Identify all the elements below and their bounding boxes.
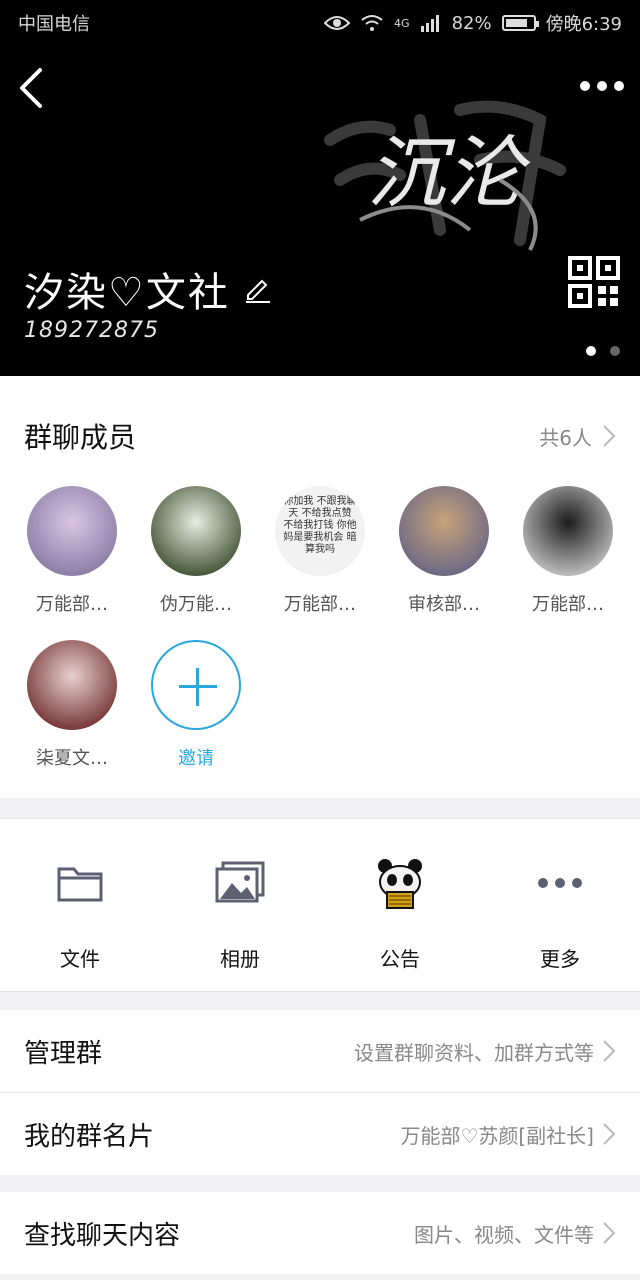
album-action[interactable]: 相册 xyxy=(160,853,320,972)
member-name: 审核部… xyxy=(408,594,480,615)
album-icon xyxy=(215,861,265,903)
invite-button[interactable]: 邀请 xyxy=(146,640,246,770)
invite-label: 邀请 xyxy=(178,748,214,769)
member-avatar xyxy=(151,486,241,576)
pager-dot xyxy=(610,346,620,356)
banner-text: 沉沦 xyxy=(367,129,531,219)
album-label: 相册 xyxy=(220,947,260,971)
search-chat-value: 图片、视频、文件等 xyxy=(414,1222,594,1247)
member-avatar xyxy=(27,640,117,730)
search-chat-title: 查找聊天内容 xyxy=(24,1220,181,1251)
group-id: 189272875 xyxy=(24,318,159,343)
signal-icon xyxy=(420,15,439,32)
folder-icon xyxy=(57,867,103,902)
avatar-text: 你加我 不跟我聊天 不给我点赞 不给我打钱 你他妈是要我机会 暗算我吗 xyxy=(283,496,357,555)
member-name: 万能部… xyxy=(284,594,356,615)
member-avatar xyxy=(523,486,613,576)
member-avatar xyxy=(27,486,117,576)
members-section: 群聊成员 共6人 万能部… 伪万能… 你加我 不跟我聊天 不给我点赞 不给我打钱 你… xyxy=(0,376,640,798)
member-name: 柒夏文… xyxy=(36,748,108,769)
back-arrow-icon[interactable] xyxy=(14,66,54,110)
chevron-right-icon xyxy=(603,1123,616,1145)
group-name: 汐染♡文社 xyxy=(24,270,230,316)
members-count: 共6人 xyxy=(539,425,592,450)
quick-actions: 文件 相册 公告 更多 xyxy=(0,818,640,992)
member-item[interactable]: 你加我 不跟我聊天 不给我点赞 不给我打钱 你他妈是要我机会 暗算我吗万能部… xyxy=(270,486,370,616)
chevron-right-icon xyxy=(603,425,616,447)
my-group-card-value: 万能部♡苏颜[副社长] xyxy=(400,1123,594,1148)
chevron-right-icon xyxy=(603,1222,616,1244)
clock: 傍晚6:39 xyxy=(545,14,622,35)
group-header: 中国电信 4G 82% 傍晚6:39 沉沦 汐染♡文社 189272875 xyxy=(0,0,640,376)
group-name-row: 汐染♡文社 xyxy=(24,260,272,318)
my-group-card-row[interactable]: 我的群名片 万能部♡苏颜[副社长] xyxy=(0,1093,640,1175)
members-header[interactable]: 群聊成员 共6人 xyxy=(0,376,640,496)
battery-percent: 82% xyxy=(451,12,492,34)
member-avatar xyxy=(399,486,489,576)
my-group-card-title: 我的群名片 xyxy=(24,1121,155,1152)
panda-icon xyxy=(378,859,422,909)
member-item[interactable]: 伪万能… xyxy=(146,486,246,616)
member-name: 万能部… xyxy=(532,594,604,615)
member-avatar: 你加我 不跟我聊天 不给我点赞 不给我打钱 你他妈是要我机会 暗算我吗 xyxy=(275,486,365,576)
member-item[interactable]: 柒夏文… xyxy=(22,640,122,770)
more-label: 更多 xyxy=(540,947,580,971)
status-bar: 中国电信 4G 82% 傍晚6:39 xyxy=(0,0,640,46)
manage-group-value: 设置群聊资料、加群方式等 xyxy=(354,1040,594,1065)
battery-icon xyxy=(501,15,539,31)
member-item[interactable]: 万能部… xyxy=(518,486,618,616)
banner-pager xyxy=(586,346,620,356)
plus-icon xyxy=(151,640,241,730)
banner-calligraphy-image: 沉沦 xyxy=(324,100,566,251)
files-action[interactable]: 文件 xyxy=(0,853,160,972)
search-chat-row[interactable]: 查找聊天内容 图片、视频、文件等 xyxy=(0,1192,640,1274)
eye-icon xyxy=(324,16,351,30)
network-type-label: 4G xyxy=(394,16,410,30)
announcement-action[interactable]: 公告 xyxy=(320,853,480,972)
announcement-label: 公告 xyxy=(380,947,420,971)
member-item[interactable]: 审核部… xyxy=(394,486,494,616)
more-dots-icon xyxy=(538,878,582,888)
member-name: 伪万能… xyxy=(160,594,232,615)
member-name: 万能部… xyxy=(36,594,108,615)
pager-dot xyxy=(586,346,596,356)
wifi-icon xyxy=(361,15,383,31)
qr-code-icon[interactable] xyxy=(568,256,620,308)
manage-group-row[interactable]: 管理群 设置群聊资料、加群方式等 xyxy=(0,1010,640,1092)
files-label: 文件 xyxy=(60,947,100,971)
members-title: 群聊成员 xyxy=(24,421,137,454)
carrier-label: 中国电信 xyxy=(18,14,90,35)
more-action[interactable]: 更多 xyxy=(480,853,640,972)
manage-group-title: 管理群 xyxy=(24,1038,103,1069)
chevron-right-icon xyxy=(603,1040,616,1062)
member-item[interactable]: 万能部… xyxy=(22,486,122,616)
edit-pencil-icon[interactable] xyxy=(244,275,272,303)
